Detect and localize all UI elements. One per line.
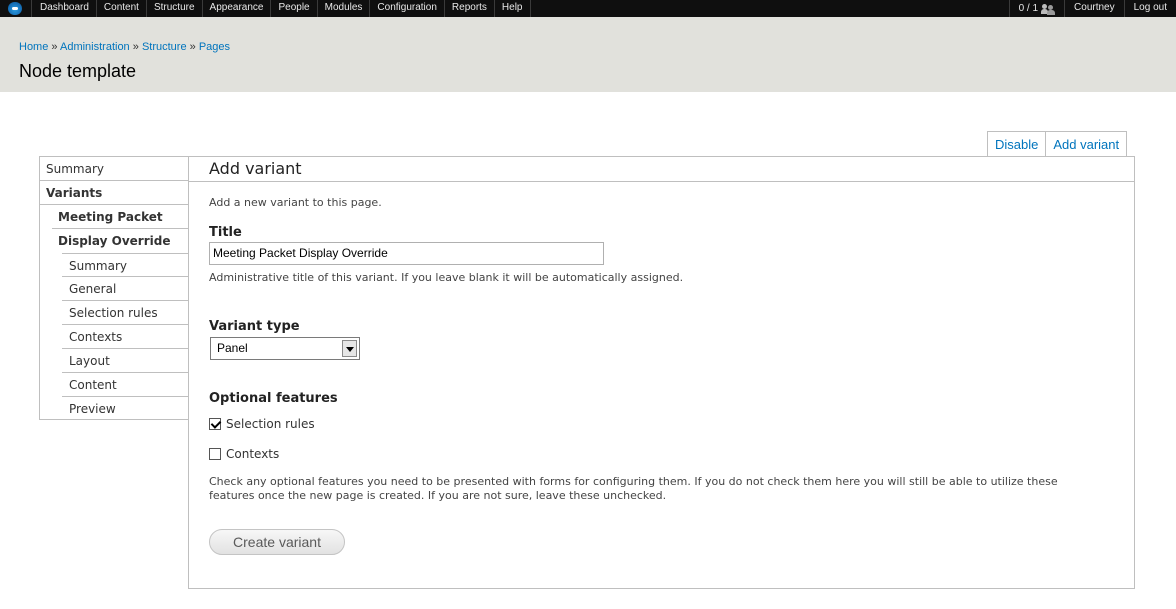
toolbar-user-area: 0 / 1 Courtney Log out [1008,0,1176,17]
users-icon [1041,3,1056,15]
selection-rules-option: Selection rules [209,417,315,431]
title-help: Administrative title of this variant. If… [209,271,684,284]
selection-rules-label[interactable]: Selection rules [226,417,315,431]
nav-item-preview[interactable]: Preview [62,397,189,421]
tab-disable[interactable]: Disable [988,132,1045,156]
online-users[interactable]: 0 / 1 [1008,0,1064,17]
user-count: 0 / 1 [1018,3,1039,14]
breadcrumb-home[interactable]: Home [19,41,48,53]
nav-item-meeting-packet[interactable]: Meeting Packet [52,205,189,229]
toolbar-item-dashboard[interactable]: Dashboard [33,0,97,17]
nav-item-variant-summary[interactable]: Summary [62,253,189,277]
variant-type-select[interactable]: Panel [210,337,360,360]
action-tabs: Disable Add variant [987,131,1128,156]
toolbar-item-people[interactable]: People [271,0,318,17]
selection-rules-checkbox[interactable] [209,418,221,430]
page-title: Node template [19,61,137,81]
toolbar-item-modules[interactable]: Modules [318,0,371,17]
toolbar-item-help[interactable]: Help [495,0,531,17]
contexts-checkbox[interactable] [209,448,221,460]
drupal-logo-icon [8,2,22,15]
toolbar-item-structure[interactable]: Structure [147,0,203,17]
contexts-option: Contexts [209,447,279,461]
page-manager-nav: Summary Variants Meeting Packet Display … [39,156,189,420]
contexts-label[interactable]: Contexts [226,447,279,461]
panel-title: Add variant [209,159,302,178]
dropdown-arrow-icon[interactable] [342,340,357,357]
panel-header: Add variant [189,157,1134,182]
breadcrumb-separator: » [132,41,139,53]
nav-item-display-override[interactable]: Display Override [52,229,189,253]
title-label: Title [209,225,242,240]
toolbar-item-configuration[interactable]: Configuration [370,0,445,17]
breadcrumb-separator: » [189,41,196,53]
admin-toolbar: Dashboard Content Structure Appearance P… [0,0,1176,17]
optional-features-label: Optional features [209,391,338,406]
breadcrumb: Home » Administration » Structure » Page… [19,41,230,53]
username-link[interactable]: Courtney [1064,0,1124,17]
add-variant-panel: Add variant Add a new variant to this pa… [188,156,1135,589]
toolbar-item-reports[interactable]: Reports [445,0,495,17]
toolbar-item-content[interactable]: Content [97,0,147,17]
variant-type-label: Variant type [209,319,300,334]
logout-link[interactable]: Log out [1123,0,1176,17]
nav-item-contexts[interactable]: Contexts [62,325,189,349]
breadcrumb-separator: » [51,41,58,53]
title-input[interactable]: Meeting Packet Display Override [209,242,604,265]
breadcrumb-structure[interactable]: Structure [142,41,187,53]
form-intro: Add a new variant to this page. [209,196,382,209]
nav-item-content[interactable]: Content [62,373,189,397]
nav-item-summary[interactable]: Summary [40,157,189,181]
nav-item-variants[interactable]: Variants [40,181,189,205]
features-help-line1: Check any optional features you need to … [209,475,1058,488]
toolbar-item-appearance[interactable]: Appearance [203,0,272,17]
variant-type-value: Panel [217,341,248,355]
features-help-line2: features once the new page is created. I… [209,489,667,502]
toolbar-menu: Dashboard Content Structure Appearance P… [33,0,531,17]
create-variant-button[interactable]: Create variant [209,529,345,555]
nav-item-selection-rules[interactable]: Selection rules [62,301,189,325]
page-header: Home » Administration » Structure » Page… [0,17,1176,92]
nav-item-layout[interactable]: Layout [62,349,189,373]
tab-add-variant[interactable]: Add variant [1045,132,1126,156]
breadcrumb-pages[interactable]: Pages [199,41,230,53]
home-link[interactable] [0,0,32,17]
breadcrumb-administration[interactable]: Administration [60,41,130,53]
nav-item-general[interactable]: General [62,277,189,301]
